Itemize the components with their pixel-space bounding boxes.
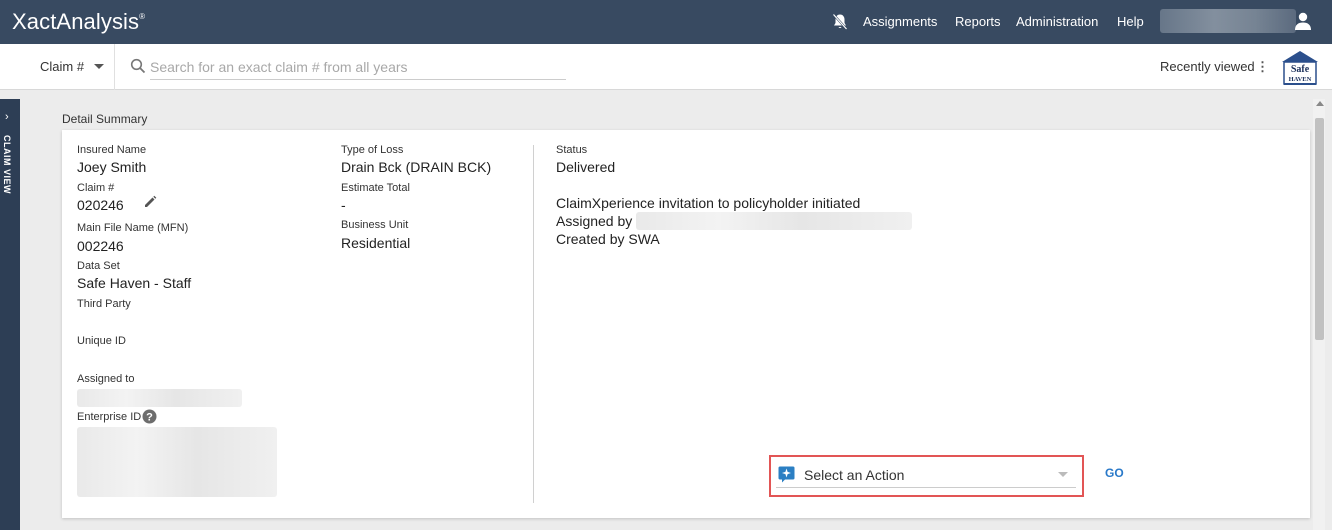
- section-title: Detail Summary: [62, 112, 148, 126]
- dataset-label: Data Set: [77, 260, 120, 272]
- enterprise-id-label: Enterprise ID: [77, 411, 142, 423]
- column-divider: [533, 145, 534, 503]
- chevron-down-icon: [1058, 472, 1068, 477]
- assigned-to-redacted: [77, 389, 242, 407]
- third-party-label: Third Party: [77, 298, 131, 310]
- status-value: Delivered: [556, 159, 616, 175]
- nav-reports[interactable]: Reports: [955, 14, 1001, 29]
- estimate-total-label: Estimate Total: [341, 182, 410, 194]
- dataset-value: Safe Haven - Staff: [77, 275, 192, 291]
- business-unit-label: Business Unit: [341, 219, 409, 231]
- logo-text-top: Safe: [1291, 64, 1310, 75]
- mfn-label: Main File Name (MFN): [77, 222, 189, 234]
- edit-pencil-icon[interactable]: [143, 195, 157, 209]
- scroll-up-arrow[interactable]: [1316, 101, 1324, 106]
- app-logo[interactable]: XactAnalysis®: [12, 9, 145, 35]
- mfn-value: 002246: [77, 238, 124, 254]
- select-action-dropdown[interactable]: Select an Action: [776, 462, 1076, 488]
- nav-administration[interactable]: Administration: [1016, 14, 1098, 29]
- chevron-right-icon: ›: [5, 111, 9, 123]
- nav-assignments[interactable]: Assignments: [863, 14, 937, 29]
- search-input[interactable]: [150, 54, 566, 80]
- business-unit-value: Residential: [341, 235, 411, 251]
- insured-name-label: Insured Name: [77, 144, 147, 156]
- scrollbar-thumb[interactable]: [1315, 118, 1324, 340]
- status-label: Status: [556, 144, 588, 156]
- sparkle-icon: [778, 466, 795, 483]
- help-icon[interactable]: ?: [142, 409, 157, 424]
- user-icon[interactable]: [1294, 11, 1312, 31]
- enterprise-id-redacted: [77, 427, 277, 497]
- assigned-to-label: Assigned to: [77, 373, 135, 385]
- logo-text-bottom: HAVEN: [1289, 76, 1312, 83]
- select-action-label: Select an Action: [804, 466, 905, 483]
- divider: [114, 44, 115, 90]
- search-filter-dropdown[interactable]: Claim #: [40, 59, 105, 74]
- claim-view-side-tab[interactable]: › CLAIM VIEW: [0, 99, 20, 530]
- type-of-loss-value: Drain Bck (DRAIN BCK): [341, 159, 492, 175]
- user-name-redacted[interactable]: [1160, 9, 1296, 33]
- search-bar: Claim # Recently viewed ⋮ Safe HAVEN: [0, 44, 1332, 90]
- svg-text:?: ?: [146, 412, 153, 424]
- brand-mark: ®: [139, 12, 146, 21]
- status-note-line1: ClaimXperience invitation to policyholde…: [556, 195, 861, 211]
- top-bar: XactAnalysis® Assignments Reports Admini…: [0, 0, 1332, 44]
- claim-number-label: Claim #: [77, 182, 115, 194]
- status-note-line3: Created by SWA: [556, 231, 660, 247]
- unique-id-label: Unique ID: [77, 335, 126, 347]
- go-button[interactable]: GO: [1105, 466, 1124, 480]
- status-note-line2: Assigned by: [556, 213, 633, 229]
- more-options-icon[interactable]: ⋮: [1256, 59, 1269, 75]
- search-icon: [130, 58, 146, 74]
- search-filter-label: Claim #: [40, 59, 85, 74]
- brand-name: XactAnalysis: [12, 9, 140, 34]
- nav-help[interactable]: Help: [1117, 14, 1144, 29]
- assigned-by-redacted: [636, 212, 912, 230]
- estimate-total-value: -: [341, 197, 346, 213]
- safe-haven-logo: Safe HAVEN: [1282, 51, 1318, 85]
- recently-viewed-button[interactable]: Recently viewed: [1160, 59, 1255, 74]
- claim-view-label: CLAIM VIEW: [2, 135, 12, 194]
- chevron-down-icon: [94, 64, 105, 69]
- notifications-off-icon[interactable]: [832, 13, 848, 31]
- claim-number-value: 020246: [77, 197, 124, 213]
- insured-name-value: Joey Smith: [77, 159, 147, 175]
- type-of-loss-label: Type of Loss: [341, 144, 404, 156]
